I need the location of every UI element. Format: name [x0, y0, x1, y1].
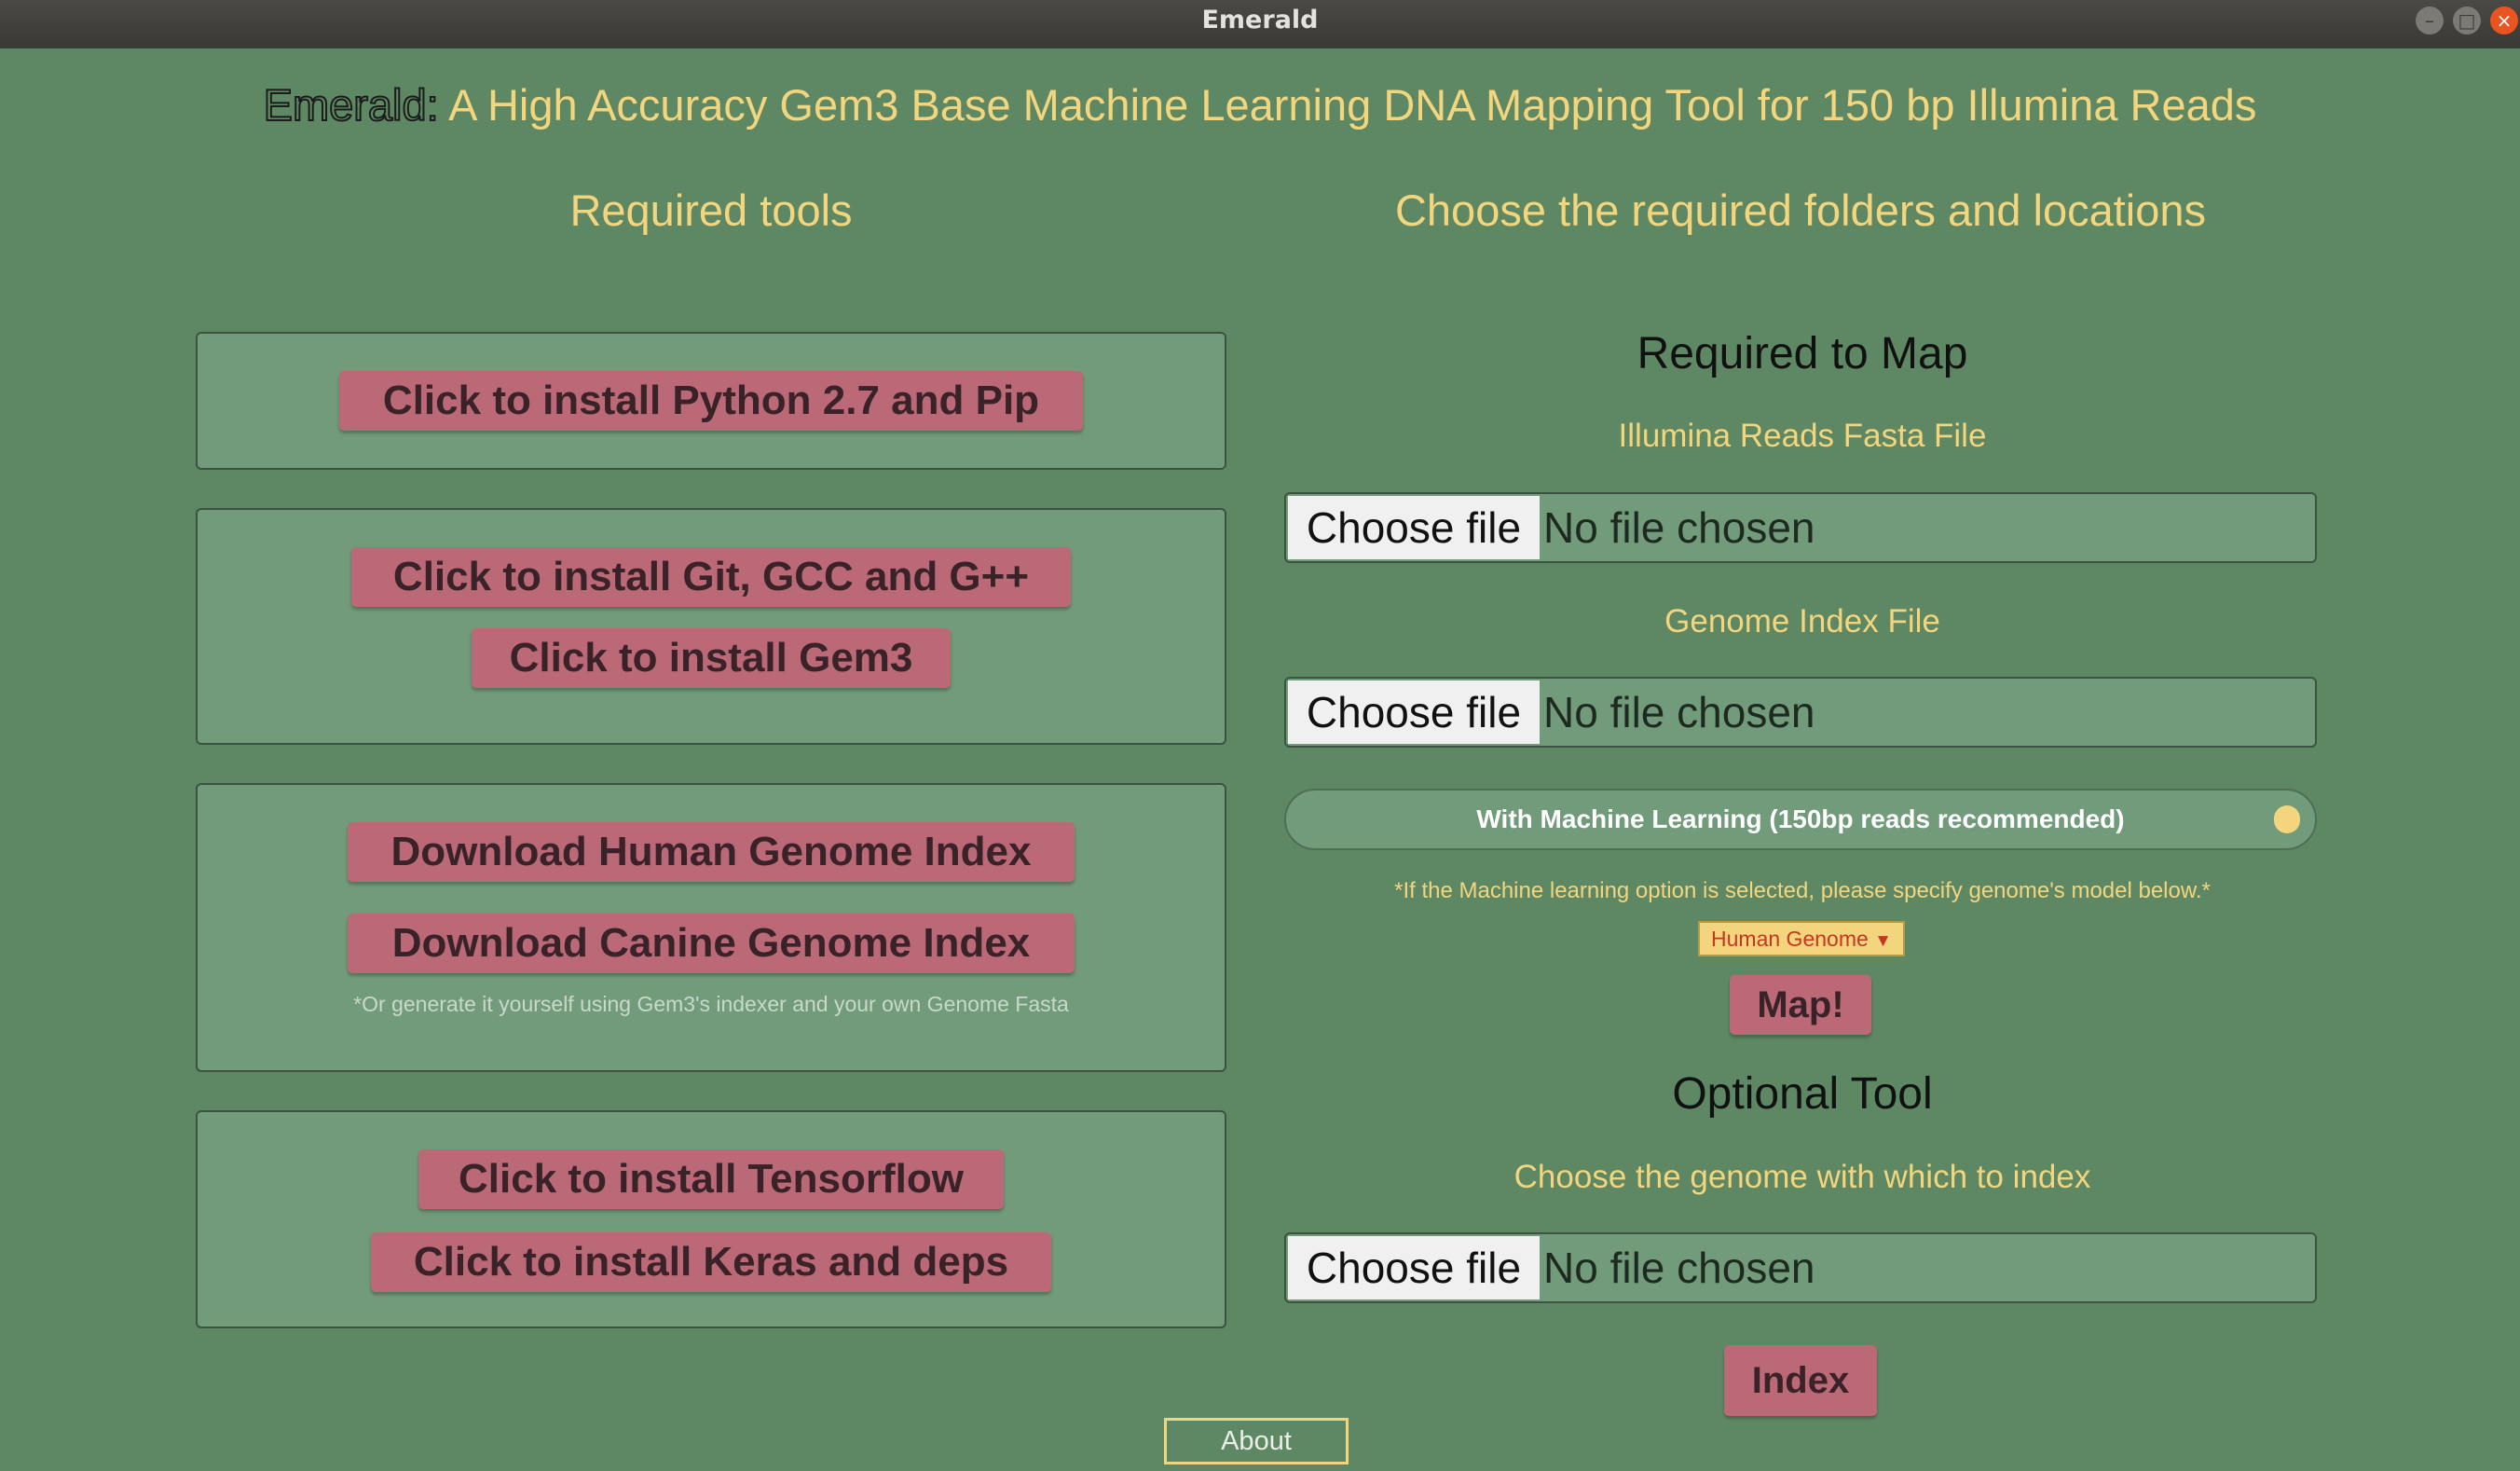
map-button[interactable]: Map! [1730, 975, 1871, 1035]
machine-learning-toggle-label: With Machine Learning (150bp reads recom… [1476, 804, 2125, 833]
install-git-button[interactable]: Click to install Git, GCC and G++ [351, 547, 1071, 607]
download-canine-index-button[interactable]: Download Canine Genome Index [348, 914, 1075, 973]
index-choose-file-button[interactable]: Choose file [1288, 1236, 1540, 1299]
reads-file-status: No file chosen [1543, 503, 1815, 552]
index-button[interactable]: Index [1724, 1345, 1877, 1416]
app-heading: Emerald: A High Accuracy Gem3 Base Machi… [0, 79, 2520, 131]
maximize-icon: □ [2458, 9, 2476, 32]
machine-learning-toggle[interactable]: With Machine Learning (150bp reads recom… [1284, 789, 2317, 850]
reads-file-label: Illumina Reads Fasta File [1618, 418, 1987, 454]
genome-model-select[interactable]: Human Genome ▼ [1698, 921, 1905, 956]
close-button[interactable]: × [2490, 7, 2518, 34]
optional-tool-heading: Optional Tool [1672, 1069, 1933, 1119]
required-tools-heading: Required tools [569, 186, 853, 235]
python-panel: Click to install Python 2.7 and Pip [196, 332, 1226, 470]
about-button[interactable]: About [1164, 1418, 1349, 1464]
required-to-map-heading: Required to Map [1637, 329, 1968, 378]
app-subtitle: A High Accuracy Gem3 Base Machine Learni… [438, 80, 2257, 130]
genome-index-label: Genome Index File [1664, 603, 1940, 639]
index-file-status: No file chosen [1543, 1244, 1815, 1292]
window-titlebar: Emerald [0, 0, 2520, 48]
git-gem3-panel: Click to install Git, GCC and G++ Click … [196, 508, 1226, 745]
close-icon: × [2496, 9, 2513, 32]
toggle-knob[interactable] [2274, 805, 2300, 833]
reads-choose-file-button[interactable]: Choose file [1288, 496, 1540, 559]
genome-index-input[interactable]: Choose file No file chosen [1284, 677, 2317, 748]
maximize-button[interactable]: □ [2453, 7, 2481, 34]
genome-model-value: Human Genome [1711, 927, 1869, 951]
ml-tools-panel: Click to install Tensorflow Click to ins… [196, 1110, 1226, 1328]
ml-hint: *If the Machine learning option is selec… [1394, 878, 2211, 903]
install-python-button[interactable]: Click to install Python 2.7 and Pip [339, 371, 1083, 431]
minimize-icon: – [2425, 9, 2434, 32]
brand-name: Emerald: [263, 79, 440, 131]
dropdown-arrow-icon: ▼ [1874, 931, 1892, 951]
minimize-button[interactable]: – [2416, 7, 2444, 34]
genome-index-panel: Download Human Genome Index Download Can… [196, 783, 1226, 1072]
install-gem3-button[interactable]: Click to install Gem3 [472, 628, 951, 688]
install-keras-button[interactable]: Click to install Keras and deps [371, 1232, 1051, 1292]
reads-file-input[interactable]: Choose file No file chosen [1284, 492, 2317, 563]
window-title: Emerald [1201, 6, 1319, 34]
index-genome-input[interactable]: Choose file No file chosen [1284, 1232, 2317, 1303]
download-human-index-button[interactable]: Download Human Genome Index [348, 822, 1075, 882]
index-genome-label: Choose the genome with which to index [1513, 1159, 2091, 1195]
index-note: *Or generate it yourself using Gem3's in… [353, 992, 1069, 1016]
genome-choose-file-button[interactable]: Choose file [1288, 681, 1540, 744]
genome-file-status: No file chosen [1543, 688, 1815, 736]
folders-heading: Choose the required folders and location… [1394, 186, 2207, 235]
install-tensorflow-button[interactable]: Click to install Tensorflow [418, 1149, 1004, 1209]
